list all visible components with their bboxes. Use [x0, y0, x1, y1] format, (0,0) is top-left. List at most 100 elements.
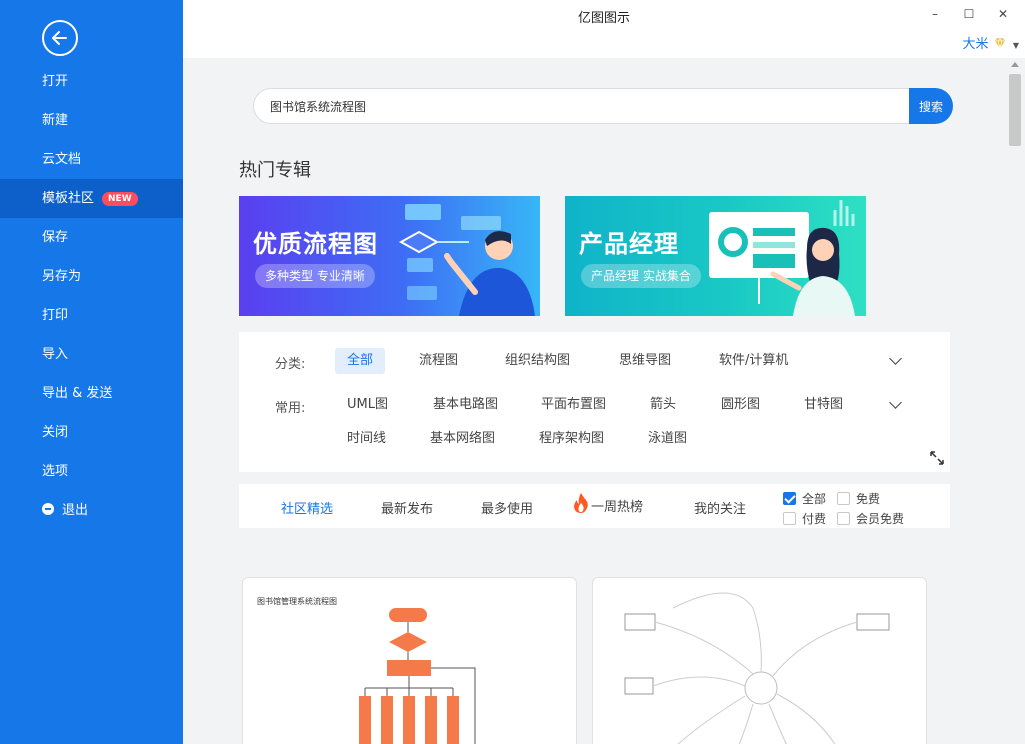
- scroll-thumb[interactable]: [1009, 74, 1021, 146]
- checkbox-icon: [837, 492, 850, 505]
- sidebar-item-save[interactable]: 保存: [0, 218, 183, 257]
- common-chip[interactable]: 箭头: [638, 392, 688, 418]
- sidebar-item-label: 关闭: [42, 425, 69, 440]
- minimize-button[interactable]: –: [925, 4, 945, 24]
- sidebar-item-label: 打开: [42, 74, 69, 89]
- tab-label: 一周热榜: [591, 500, 644, 515]
- common-chip[interactable]: 时间线: [335, 426, 398, 452]
- filter-paid-checkbox[interactable]: 付费: [783, 510, 826, 527]
- filter-member-free-checkbox[interactable]: 会员免费: [837, 510, 904, 527]
- sidebar-item-open[interactable]: 打开: [0, 62, 183, 101]
- category-chip[interactable]: 流程图: [407, 348, 470, 374]
- common-chip[interactable]: UML图: [335, 392, 400, 418]
- common-chip[interactable]: 泳道图: [636, 426, 699, 452]
- sidebar-item-label: 导入: [42, 347, 69, 362]
- sidebar-item-label: 保存: [42, 230, 69, 245]
- sidebar-item-save-as[interactable]: 另存为: [0, 257, 183, 296]
- user-menu[interactable]: 大米 ▼: [963, 33, 1019, 52]
- checkbox-icon: [783, 512, 796, 525]
- search-button[interactable]: 搜索: [909, 88, 953, 124]
- search-input[interactable]: [253, 88, 909, 124]
- sidebar-item-label: 退出: [62, 503, 89, 518]
- presentation-illustration: [709, 200, 855, 316]
- banner-subtitle: 多种类型 专业清晰: [255, 264, 375, 288]
- checkbox-label: 免费: [856, 492, 881, 506]
- vertical-scrollbar[interactable]: [1005, 58, 1025, 744]
- maximize-button[interactable]: ☐: [959, 4, 979, 24]
- sidebar-item-export-send[interactable]: 导出 & 发送: [0, 374, 183, 413]
- fire-icon: [574, 493, 588, 513]
- scroll-up-arrow-icon[interactable]: [1011, 62, 1019, 67]
- featured-section-title: 热门专辑: [239, 160, 311, 181]
- sidebar-item-label: 导出 & 发送: [42, 386, 113, 401]
- common-chip[interactable]: 基本电路图: [421, 392, 510, 418]
- checkbox-icon: [837, 512, 850, 525]
- template-community-content: 搜索 热门专辑 优质流程图 多种类型 专业清晰: [183, 58, 1005, 744]
- checkbox-checked-icon: [783, 492, 796, 505]
- expand-icon[interactable]: [929, 450, 945, 466]
- banner-subtitle: 产品经理 实战集合: [581, 264, 701, 288]
- close-button[interactable]: ✕: [993, 4, 1013, 24]
- sidebar: 打开 新建 云文档 模板社区 NEW 保存 另存为 打印 导入 导出 & 发送 关…: [0, 0, 183, 744]
- common-chip[interactable]: 甘特图: [792, 392, 855, 418]
- arrow-left-icon: [52, 31, 67, 45]
- filter-free-checkbox[interactable]: 免费: [837, 490, 880, 507]
- sidebar-item-label: 打印: [42, 308, 69, 323]
- user-name: 大米: [962, 37, 989, 52]
- template-card[interactable]: 图书馆管理系统流程图: [242, 577, 577, 744]
- minus-circle-icon: [42, 503, 54, 515]
- sidebar-item-label: 云文档: [42, 152, 82, 167]
- banner-title: 优质流程图: [253, 230, 378, 258]
- flowchart-illustration: [398, 204, 535, 316]
- tab-weekly-hot[interactable]: 一周热榜: [571, 492, 643, 515]
- tab-community-picks[interactable]: 社区精选: [281, 498, 333, 517]
- sidebar-item-template-community[interactable]: 模板社区 NEW: [0, 179, 183, 218]
- common-chip[interactable]: 程序架构图: [527, 426, 616, 452]
- chevron-down-icon[interactable]: [889, 396, 902, 409]
- vip-diamond-icon: [994, 37, 1005, 50]
- category-filter-panel: 分类: 全部 流程图 组织结构图 思维导图 软件/计算机 常用: UML图 基本…: [239, 332, 950, 472]
- common-label: 常用:: [275, 401, 306, 416]
- flowchart-thumbnail: [359, 608, 476, 744]
- sidebar-menu: 打开 新建 云文档 模板社区 NEW 保存 另存为 打印 导入 导出 & 发送 关…: [0, 62, 183, 530]
- checkbox-label: 付费: [802, 512, 827, 526]
- sidebar-item-import[interactable]: 导入: [0, 335, 183, 374]
- new-badge: NEW: [102, 192, 138, 206]
- checkbox-label: 会员免费: [856, 512, 905, 526]
- filter-all-checkbox[interactable]: 全部: [783, 490, 826, 507]
- app-title: 亿图图示: [577, 11, 630, 26]
- sidebar-item-label: 模板社区: [42, 191, 95, 206]
- category-chip[interactable]: 全部: [335, 348, 386, 374]
- banner-flowchart[interactable]: 优质流程图 多种类型 专业清晰: [239, 196, 540, 316]
- category-chip[interactable]: 组织结构图: [493, 348, 582, 374]
- title-bar: 亿图图示 – ☐ ✕ 大米 ▼: [183, 0, 1025, 58]
- search-bar: 搜索: [253, 88, 953, 124]
- sidebar-item-label: 选项: [42, 464, 69, 479]
- common-chip[interactable]: 基本网络图: [418, 426, 507, 452]
- tab-following[interactable]: 我的关注: [694, 498, 746, 517]
- sidebar-item-exit[interactable]: 退出: [0, 491, 183, 530]
- category-chip[interactable]: 思维导图: [607, 348, 683, 374]
- sidebar-item-print[interactable]: 打印: [0, 296, 183, 335]
- sidebar-item-close[interactable]: 关闭: [0, 413, 183, 452]
- chevron-down-icon[interactable]: [889, 352, 902, 365]
- back-button[interactable]: [42, 20, 78, 56]
- checkbox-label: 全部: [802, 492, 827, 506]
- template-card[interactable]: [592, 577, 927, 744]
- sort-tabs-panel: 社区精选 最新发布 最多使用 一周热榜 我的关注 全部 免费 付费 会员免费: [239, 484, 950, 528]
- sidebar-item-label: 新建: [42, 113, 69, 128]
- category-chip[interactable]: 软件/计算机: [707, 348, 800, 374]
- chevron-down-icon: ▼: [1012, 41, 1019, 50]
- sidebar-item-label: 另存为: [42, 269, 82, 284]
- mindmap-thumbnail: [624, 592, 890, 744]
- tab-most-used[interactable]: 最多使用: [481, 498, 533, 517]
- category-label: 分类:: [275, 357, 306, 372]
- sidebar-item-new[interactable]: 新建: [0, 101, 183, 140]
- tab-latest[interactable]: 最新发布: [381, 498, 433, 517]
- common-chip[interactable]: 圆形图: [709, 392, 772, 418]
- banner-product-manager[interactable]: 产品经理 产品经理 实战集合: [565, 196, 866, 316]
- banner-title: 产品经理: [579, 230, 679, 258]
- common-chip[interactable]: 平面布置图: [529, 392, 618, 418]
- sidebar-item-options[interactable]: 选项: [0, 452, 183, 491]
- sidebar-item-cloud-docs[interactable]: 云文档: [0, 140, 183, 179]
